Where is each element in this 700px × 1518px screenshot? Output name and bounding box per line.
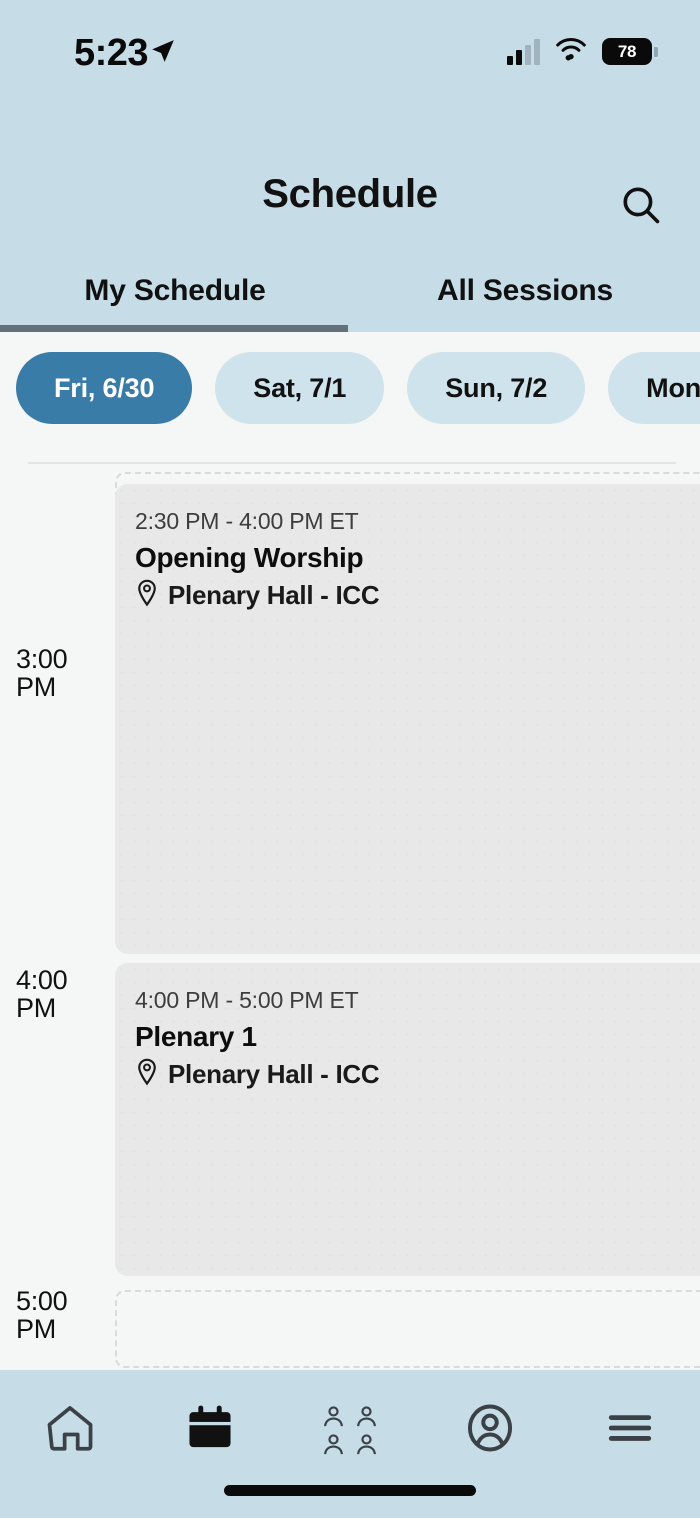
time-label-3pm: 3:00 PM [16,644,68,703]
home-icon [42,1400,98,1461]
day-selector: Fri, 6/30 Sat, 7/1 Sun, 7/2 Mon, 7/3 [0,332,700,462]
day-pill-fri[interactable]: Fri, 6/30 [16,352,193,424]
tab-my-schedule[interactable]: My Schedule [0,260,350,332]
schedule-divider [28,462,676,464]
page-title: Schedule [262,172,438,216]
bottom-nav-items [0,1392,700,1468]
app-header: Schedule My Schedule All Sessions [0,110,700,332]
nav-profile[interactable] [420,1392,560,1468]
profile-icon [462,1400,518,1461]
day-pill-mon[interactable]: Mon, 7/3 [608,352,700,424]
map-pin-icon [135,579,159,612]
map-pin-icon [135,1058,159,1091]
day-pill-sat[interactable]: Sat, 7/1 [215,352,385,424]
phone-screen: 5:23 78 Schedule My Schedule All Session… [0,0,700,1518]
nav-schedule[interactable] [140,1392,280,1468]
event-card-plenary-1[interactable]: 4:00 PM - 5:00 PM ET Plenary 1 Plenary H… [115,963,700,1276]
home-indicator [224,1485,476,1496]
event-card-opening-worship[interactable]: 2:30 PM - 4:00 PM ET Opening Worship Ple… [115,484,700,954]
event-title: Plenary 1 [135,1021,257,1052]
day-pill-list: Fri, 6/30 Sat, 7/1 Sun, 7/2 Mon, 7/3 [16,352,700,424]
search-icon[interactable] [606,170,676,240]
day-pill-sun[interactable]: Sun, 7/2 [407,352,586,424]
cellular-signal-icon [507,38,540,65]
active-tab-indicator [0,325,348,332]
time-label-5pm: 5:00 PM [16,1286,68,1345]
status-bar-time: 5:23 [74,32,149,74]
attendees-icon [322,1405,378,1456]
nav-menu[interactable] [560,1392,700,1468]
status-bar-indicators: 78 [507,36,658,67]
battery-icon: 78 [602,38,658,65]
event-location: Plenary Hall - ICC [168,1059,380,1089]
calendar-icon [182,1400,238,1461]
schedule-grid[interactable]: 3:00 PM 4:00 PM 5:00 PM 2:30 PM - 4:00 P… [0,462,700,1370]
event-location-row: Plenary Hall - ICC [135,1058,380,1091]
nav-attendees[interactable] [280,1392,420,1468]
tab-bar: My Schedule All Sessions [0,260,700,332]
event-time: 4:00 PM - 5:00 PM ET [135,987,359,1013]
wifi-icon [554,36,588,67]
location-arrow-icon [150,38,176,69]
nav-home[interactable] [0,1392,140,1468]
hamburger-menu-icon [605,1406,655,1455]
bottom-navigation-bar [0,1370,700,1518]
tab-all-sessions[interactable]: All Sessions [350,260,700,332]
status-bar: 5:23 78 [0,0,700,110]
event-location-row: Plenary Hall - ICC [135,579,380,612]
empty-slot-placeholder[interactable] [115,1290,700,1368]
time-label-4pm: 4:00 PM [16,965,68,1024]
event-location: Plenary Hall - ICC [168,580,380,610]
event-time: 2:30 PM - 4:00 PM ET [135,508,359,534]
battery-percent: 78 [617,41,637,61]
event-title: Opening Worship [135,542,364,573]
